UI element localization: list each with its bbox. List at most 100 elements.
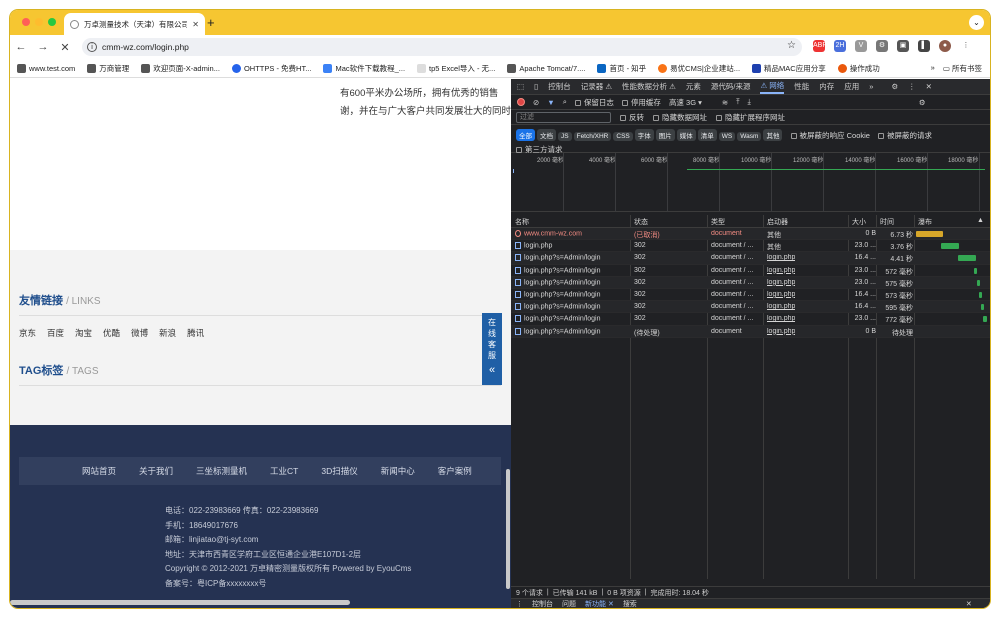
bookmark-item[interactable]: 首页 - 知乎 <box>597 63 646 74</box>
chip-js[interactable]: JS <box>558 132 572 141</box>
vertical-scrollbar[interactable] <box>506 469 510 589</box>
hide-data-urls-checkbox[interactable]: 隐藏数据网址 <box>653 112 707 123</box>
request-initiator[interactable]: login.php <box>767 303 795 310</box>
tab-application[interactable]: 应用 <box>844 81 859 92</box>
chip-all[interactable]: 全部 <box>516 129 535 141</box>
clear-icon[interactable]: ⊘ <box>533 98 539 107</box>
tab-performance[interactable]: 性能 <box>794 81 809 92</box>
footer-nav-item[interactable]: 新闻中心 <box>381 465 415 477</box>
device-icon[interactable]: ▯ <box>534 82 538 91</box>
request-row[interactable]: www.cmm-wz.com (已取消) document 其他 0 B 6.73 秒 <box>511 228 990 241</box>
tab-sources[interactable]: 源代码/来源 <box>711 81 751 92</box>
col-waterfall[interactable]: 瀑布 <box>918 217 932 227</box>
forward-button[interactable]: → <box>32 41 54 53</box>
footer-nav-item[interactable]: 客户案例 <box>438 465 472 477</box>
drawer-tab-console[interactable]: 控制台 <box>532 599 553 609</box>
menu-icon[interactable]: ⋮ <box>960 40 972 52</box>
link-item[interactable]: 腾讯 <box>187 327 204 339</box>
drawer-tab-issues[interactable]: 问题 <box>562 599 576 609</box>
footer-nav-item[interactable]: 三坐标测量机 <box>196 465 247 477</box>
chip-ws[interactable]: WS <box>718 132 736 141</box>
kebab-menu-icon[interactable]: ⋮ <box>908 82 916 91</box>
col-status[interactable]: 状态 <box>634 217 648 227</box>
request-initiator[interactable]: login.php <box>767 328 795 335</box>
invert-checkbox[interactable]: 反转 <box>620 112 644 123</box>
bookmark-star-icon[interactable]: ☆ <box>787 40 796 51</box>
link-item[interactable]: 百度 <box>47 327 64 339</box>
bookmark-item[interactable]: Mac软件下载教程_... <box>323 63 405 74</box>
zoom-window-button[interactable] <box>48 18 56 26</box>
request-initiator[interactable]: login.php <box>767 291 795 298</box>
tab-console[interactable]: 控制台 <box>548 81 571 92</box>
hide-extension-urls-checkbox[interactable]: 隐藏扩展程序网址 <box>716 112 785 123</box>
bookmark-item[interactable]: 万商管理 <box>87 63 129 74</box>
request-initiator[interactable]: login.php <box>767 279 795 286</box>
sidebar-icon[interactable]: ▌ <box>918 40 930 52</box>
chip-css[interactable]: CSS <box>613 132 633 141</box>
request-initiator[interactable]: login.php <box>767 267 795 274</box>
request-row[interactable]: login.php?s=Admin/login 302 document / ...… <box>511 265 990 277</box>
request-initiator[interactable]: login.php <box>767 254 795 261</box>
back-button[interactable]: ← <box>10 41 32 53</box>
close-window-button[interactable] <box>22 18 30 26</box>
all-bookmarks-button[interactable]: ▭ 所有书签 <box>943 63 982 74</box>
chip-other[interactable]: 其他 <box>763 129 783 141</box>
close-tab-icon[interactable]: ✕ <box>192 20 199 29</box>
chip-wasm[interactable]: Wasm <box>737 132 762 141</box>
address-bar[interactable]: i cmm-wz.com/login.php ☆ <box>82 38 802 56</box>
network-settings-icon[interactable]: ⚙ <box>919 98 926 107</box>
footer-nav-item[interactable]: 3D扫描仪 <box>321 465 357 477</box>
adblock-icon[interactable]: ABP <box>813 40 827 52</box>
col-name[interactable]: 名称 <box>515 217 529 227</box>
request-initiator[interactable]: login.php <box>767 315 795 322</box>
wifi-icon[interactable]: ≋ <box>722 98 728 107</box>
bookmark-item[interactable]: 操作成功 <box>837 63 880 74</box>
request-row[interactable]: login.php?s=Admin/login (待处理) document logi… <box>511 325 990 338</box>
bookmark-item[interactable]: Apache Tomcat/7.... <box>507 63 585 73</box>
new-tab-button[interactable]: + <box>207 15 215 30</box>
link-item[interactable]: 优酷 <box>103 327 120 339</box>
record-button[interactable] <box>517 98 525 106</box>
link-item[interactable]: 新浪 <box>159 327 176 339</box>
chip-xhr[interactable]: Fetch/XHR <box>573 132 612 141</box>
more-tabs-icon[interactable]: » <box>869 82 873 91</box>
preserve-log-checkbox[interactable]: 保留日志 <box>574 97 614 108</box>
link-item[interactable]: 京东 <box>19 327 36 339</box>
active-tab[interactable]: 万卓测量技术（天津）有限公司 ✕ <box>64 13 205 35</box>
more-bookmarks-button[interactable]: » <box>931 63 935 74</box>
col-time[interactable]: 时间 <box>880 217 894 227</box>
request-row[interactable]: login.php?s=Admin/login 302 document / ...… <box>511 289 990 302</box>
drawer-tab-search[interactable]: 搜索 <box>623 599 637 609</box>
col-initiator[interactable]: 启动器 <box>767 217 788 227</box>
footer-nav-item[interactable]: 工业CT <box>270 465 298 477</box>
chip-font[interactable]: 字体 <box>634 129 654 141</box>
site-info-icon[interactable]: i <box>87 42 97 52</box>
tab-performance-insights[interactable]: 性能数据分析 ⚠ <box>622 81 676 92</box>
link-item[interactable]: 微博 <box>131 327 148 339</box>
settings-icon[interactable]: ⚙ <box>891 82 898 91</box>
stop-button[interactable]: ✕ <box>54 41 76 54</box>
close-devtools-icon[interactable]: ✕ <box>926 82 932 91</box>
footer-nav-item[interactable]: 关于我们 <box>139 465 173 477</box>
avatar[interactable]: ● <box>939 40 951 52</box>
bookmark-item[interactable]: tp5 Excel导入 - 无... <box>417 63 495 74</box>
bookmark-item[interactable]: 欢迎页面-X-admin... <box>141 63 220 74</box>
link-item[interactable]: 淘宝 <box>75 327 92 339</box>
bookmark-item[interactable]: 易优CMS|企业建站... <box>658 63 740 74</box>
tab-memory[interactable]: 内存 <box>819 81 834 92</box>
chip-doc[interactable]: 文档 <box>537 129 556 141</box>
horizontal-scrollbar[interactable] <box>10 600 350 605</box>
extension-icon[interactable]: 2H <box>834 40 846 52</box>
bookmark-item[interactable]: OHTTPS - 免费HT... <box>231 63 311 74</box>
request-row[interactable]: login.php?s=Admin/login 302 document / ...… <box>511 313 990 326</box>
filter-input[interactable]: 过滤 <box>516 111 611 123</box>
filter-icon[interactable]: ▼ <box>547 98 554 107</box>
vue-icon[interactable]: V <box>855 40 867 52</box>
request-row[interactable]: login.php?s=Admin/login 302 document / ...… <box>511 301 990 314</box>
chip-media[interactable]: 媒体 <box>676 129 696 141</box>
bookmark-item[interactable]: www.test.com <box>17 63 75 73</box>
online-service-button[interactable]: 在 线 客 服 « <box>482 313 502 385</box>
blocked-cookie-checkbox[interactable]: 被屏蔽的响应 Cookie <box>790 131 870 140</box>
minimize-window-button[interactable] <box>35 18 43 26</box>
collapse-icon[interactable]: « <box>482 365 502 376</box>
